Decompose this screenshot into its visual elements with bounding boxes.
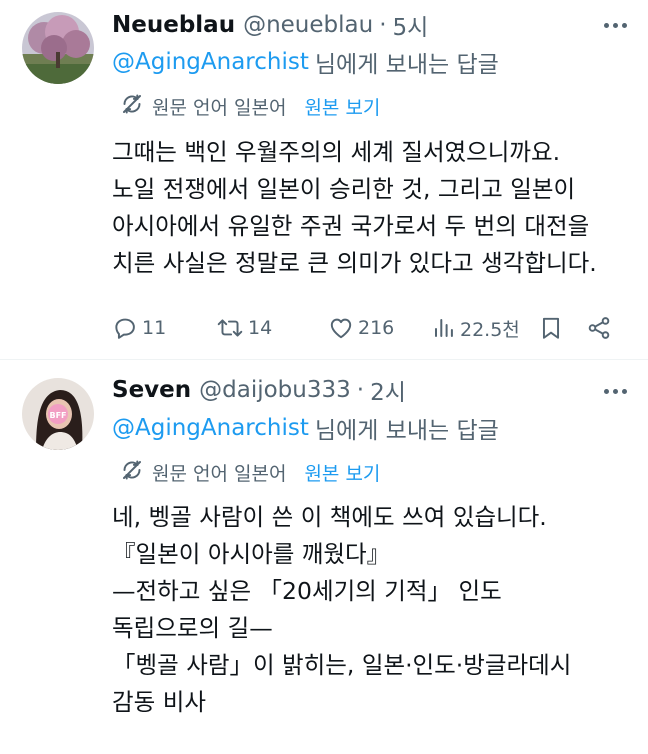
more-dots-icon[interactable] <box>600 10 630 40</box>
views-count: 22.5천 <box>460 318 520 341</box>
like-button[interactable]: 216 <box>328 310 394 346</box>
tweet-text-line: 독립으로의 길— <box>112 614 273 642</box>
display-name[interactable]: Neueblau <box>112 12 235 38</box>
tweet[interactable]: Neueblau @neueblau · 5시 @AgingAnarchist … <box>0 0 648 360</box>
reply-context: @AgingAnarchist 님에게 보내는 답글 <box>112 45 499 79</box>
reply-mention-link[interactable]: @AgingAnarchist <box>112 49 309 75</box>
tweet-text-line: —전하고 싶은 「20세기의 기적」 인도 <box>112 577 502 605</box>
retweet-icon <box>216 315 244 341</box>
reply-context-text: 님에게 보내는 답글 <box>314 52 499 78</box>
retweet-button[interactable]: 14 <box>216 310 272 346</box>
show-original-link[interactable]: 원본 보기 <box>304 459 380 486</box>
tweet[interactable]: BFF Seven @daijobu333 · 2시 @AgingAnarchi… <box>0 360 648 754</box>
separator-dot: · <box>356 377 365 403</box>
tweet-text-line: 노일 전쟁에서 일본이 승리한 것, 그리고 일본이 <box>112 175 576 203</box>
timestamp[interactable]: 2시 <box>370 373 406 407</box>
reply-icon <box>112 315 138 341</box>
avatar-photo-person: BFF <box>22 378 94 450</box>
tweet-text-line: 『일본이 아시아를 깨웠다』 <box>112 540 391 568</box>
timestamp[interactable]: 5시 <box>393 8 429 42</box>
tweet-header: Neueblau @neueblau · 5시 <box>112 8 428 42</box>
share-icon <box>586 315 612 341</box>
tweet-text: 네, 벵골 사람이 쓴 이 책에도 쓰여 있습니다. 『일본이 아시아를 깨웠다… <box>112 499 632 721</box>
like-count: 216 <box>358 317 395 339</box>
user-handle[interactable]: @daijobu333 <box>199 377 351 403</box>
avatar[interactable]: BFF <box>22 378 94 450</box>
heart-icon <box>328 315 354 341</box>
separator-dot: · <box>379 12 387 38</box>
tweet-text-line: 그때는 백인 우월주의의 세계 질서였으니까요. <box>112 138 561 166</box>
tweet-text-line: 네, 벵골 사람이 쓴 이 책에도 쓰여 있습니다. <box>112 503 547 531</box>
avatar-photo-tree <box>22 12 94 84</box>
show-original-link[interactable]: 원본 보기 <box>304 93 380 120</box>
tweet-header: Seven @daijobu333 · 2시 <box>112 373 406 407</box>
tweet-text-line: 아시아에서 유일한 주권 국가로서 두 번의 대전을 <box>112 212 590 240</box>
action-bar: 11 14 216 22.5천 <box>112 310 622 346</box>
tweet-text-line: 감동 비사 <box>112 688 206 716</box>
share-button[interactable] <box>586 310 612 346</box>
translate-icon <box>120 458 144 487</box>
avatar-sticker: BFF <box>49 411 66 420</box>
bookmark-icon <box>538 315 564 341</box>
translation-label: 원문 언어 일본어 <box>152 462 287 485</box>
display-name[interactable]: Seven <box>112 377 191 403</box>
translation-notice: 원문 언어 일본어 원본 보기 <box>120 457 380 487</box>
user-handle[interactable]: @neueblau <box>243 12 373 38</box>
reply-count: 11 <box>142 317 167 339</box>
reply-context-text: 님에게 보내는 답글 <box>314 418 499 444</box>
tweet-text: 그때는 백인 우월주의의 세계 질서였으니까요. 노일 전쟁에서 일본이 승리한… <box>112 134 632 282</box>
bookmark-button[interactable] <box>538 310 564 346</box>
translation-label: 원문 언어 일본어 <box>152 96 287 119</box>
retweet-count: 14 <box>248 317 273 339</box>
tweet-text-line: 「벵골 사람」이 밝히는, 일본·인도·방글라데시 <box>112 651 572 679</box>
tweet-text-line: 치른 사실은 정말로 큰 의미가 있다고 생각합니다. <box>112 249 597 277</box>
reply-button[interactable]: 11 <box>112 310 166 346</box>
avatar[interactable] <box>22 12 94 84</box>
reply-mention-link[interactable]: @AgingAnarchist <box>112 415 309 441</box>
views-button[interactable]: 22.5천 <box>432 310 520 346</box>
translation-notice: 원문 언어 일본어 원본 보기 <box>120 91 380 121</box>
views-icon <box>432 315 456 341</box>
translate-icon <box>120 92 144 121</box>
more-dots-icon[interactable] <box>600 376 630 406</box>
reply-context: @AgingAnarchist 님에게 보내는 답글 <box>112 411 499 445</box>
